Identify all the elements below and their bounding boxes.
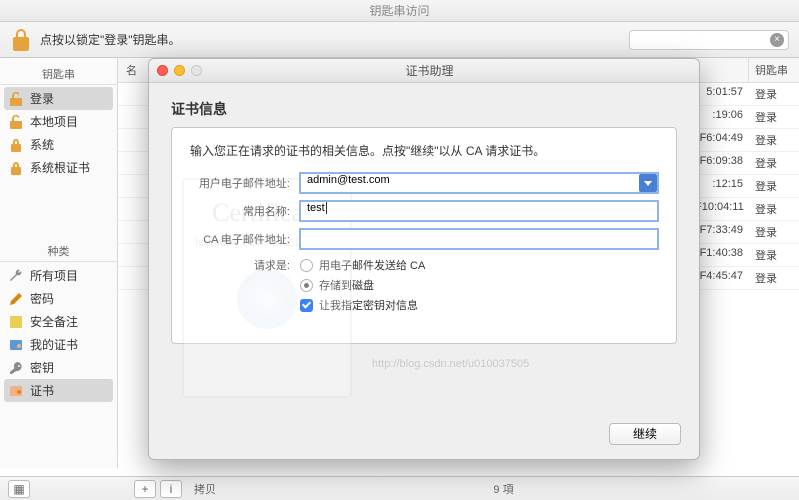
opt-key-pair[interactable]: 让我指定密钥对信息 (300, 297, 658, 313)
sidebar-label: 本地项目 (30, 113, 78, 130)
intro-text: 输入您正在请求的证书的相关信息。点按"继续"以从 CA 请求证书。 (190, 142, 658, 159)
email-field[interactable]: admin@test.com (300, 173, 658, 193)
item-count: 9 項 (216, 481, 791, 497)
copy-label: 拷贝 (194, 481, 216, 497)
email-label: 用户电子邮件地址: (190, 175, 300, 191)
dialog-titlebar[interactable]: 证书助理 (149, 59, 699, 83)
form-panel: Certificate http://blog.csdn.net/u010037… (171, 127, 677, 344)
keychain-login[interactable]: 登录 (4, 87, 113, 110)
lock-icon (8, 137, 24, 153)
unlock-icon (8, 91, 24, 107)
sidebar-label: 登录 (30, 90, 54, 107)
footer: ▦ + i 拷贝 9 項 (0, 476, 799, 500)
certificate-assistant-dialog: 证书助理 证书信息 Certificate http://blog.csdn.n… (148, 58, 700, 460)
cat-passwords[interactable]: 密码 (0, 287, 117, 310)
search-input[interactable]: × (629, 30, 789, 50)
toolbar-hint: 点按以锁定"登录"钥匙串。 (40, 31, 629, 48)
ca-email-label: CA 电子邮件地址: (190, 231, 300, 247)
radio-icon (300, 259, 313, 272)
section-title: 证书信息 (171, 99, 677, 119)
lock-icon (8, 160, 24, 176)
sidebar-label: 密钥 (30, 359, 54, 376)
keychain-local[interactable]: 本地项目 (0, 110, 117, 133)
sidebar: 钥匙串 登录 本地项目 系统 系统根证书 种类 所有项目 密码 安全 (0, 58, 118, 468)
cert-icon (8, 337, 24, 353)
info-button[interactable]: i (160, 480, 182, 498)
wrench-icon (8, 268, 24, 284)
lock-icon[interactable] (10, 27, 32, 53)
sidebar-label: 系统 (30, 136, 54, 153)
sidebar-label: 证书 (30, 382, 54, 399)
sidebar-label: 所有项目 (30, 267, 78, 284)
continue-button[interactable]: 继续 (609, 423, 681, 445)
ca-email-field[interactable] (300, 229, 658, 249)
toggle-view-button[interactable]: ▦ (8, 480, 30, 498)
keychains-header: 钥匙串 (0, 62, 117, 85)
opt-email-ca[interactable]: 用电子邮件发送给 CA (300, 257, 658, 273)
common-name-field[interactable]: test (300, 201, 658, 221)
cat-all[interactable]: 所有项目 (0, 264, 117, 287)
blog-watermark: http://blog.csdn.net/u010037505 (372, 358, 529, 370)
opt-save-disk[interactable]: 存储到磁盘 (300, 277, 658, 293)
clear-search-icon[interactable]: × (770, 33, 784, 47)
close-icon[interactable] (157, 65, 168, 76)
app-titlebar: 钥匙串访问 (0, 0, 799, 22)
col-chain[interactable]: 钥匙串 (749, 58, 799, 82)
cert-icon (8, 383, 24, 399)
dialog-title: 证书助理 (168, 62, 691, 79)
dropdown-icon[interactable] (639, 174, 657, 192)
note-icon (8, 314, 24, 330)
radio-icon (300, 279, 313, 292)
cat-secure-notes[interactable]: 安全备注 (0, 310, 117, 333)
sidebar-label: 密码 (30, 290, 54, 307)
sidebar-label: 安全备注 (30, 313, 78, 330)
cat-keys[interactable]: 密钥 (0, 356, 117, 379)
sidebar-label: 系统根证书 (30, 159, 90, 176)
keychain-system[interactable]: 系统 (0, 133, 117, 156)
unlock-icon (8, 114, 24, 130)
keychain-system-roots[interactable]: 系统根证书 (0, 156, 117, 179)
checkbox-icon (300, 299, 313, 312)
cat-certificates[interactable]: 证书 (4, 379, 113, 402)
sidebar-label: 我的证书 (30, 336, 78, 353)
categories-header: 种类 (0, 239, 117, 262)
pencil-icon (8, 291, 24, 307)
add-button[interactable]: + (134, 480, 156, 498)
request-is-label: 请求是: (190, 257, 300, 273)
common-name-label: 常用名称: (190, 203, 300, 219)
toolbar: 点按以锁定"登录"钥匙串。 × (0, 22, 799, 58)
key-icon (8, 360, 24, 376)
cat-my-certs[interactable]: 我的证书 (0, 333, 117, 356)
